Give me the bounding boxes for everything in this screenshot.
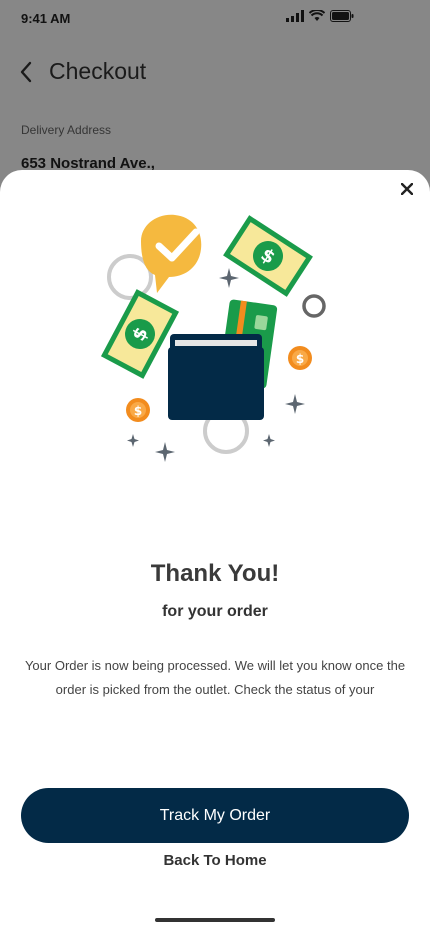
sparkle-icon (155, 442, 175, 462)
thank-you-subtitle: for your order (162, 603, 268, 620)
sparkle-icon (263, 434, 275, 447)
ring-decoration (302, 294, 326, 318)
sparkle-icon (219, 268, 239, 288)
order-status-message: Your Order is now being processed. We wi… (24, 658, 406, 697)
close-button[interactable] (396, 178, 418, 200)
svg-text:$: $ (134, 404, 142, 418)
sparkle-icon (127, 434, 139, 447)
close-icon (401, 183, 413, 195)
order-confirmation-sheet: $ $ $ $ Thank You! for your order Your O… (0, 170, 430, 932)
wallet-icon (168, 334, 264, 420)
payment-success-illustration: $ $ $ $ (100, 214, 326, 462)
back-to-home-button[interactable]: Back To Home (0, 852, 430, 869)
home-indicator (155, 918, 275, 922)
coin-icon: $ (288, 346, 312, 370)
banknote-icon: $ (100, 289, 180, 379)
track-order-button[interactable]: Track My Order (21, 788, 409, 843)
coin-icon: $ (126, 398, 150, 422)
thank-you-title: Thank You! (150, 560, 280, 587)
banknote-icon: $ (223, 215, 313, 297)
sparkle-icon (285, 394, 305, 414)
svg-text:$: $ (296, 352, 304, 366)
